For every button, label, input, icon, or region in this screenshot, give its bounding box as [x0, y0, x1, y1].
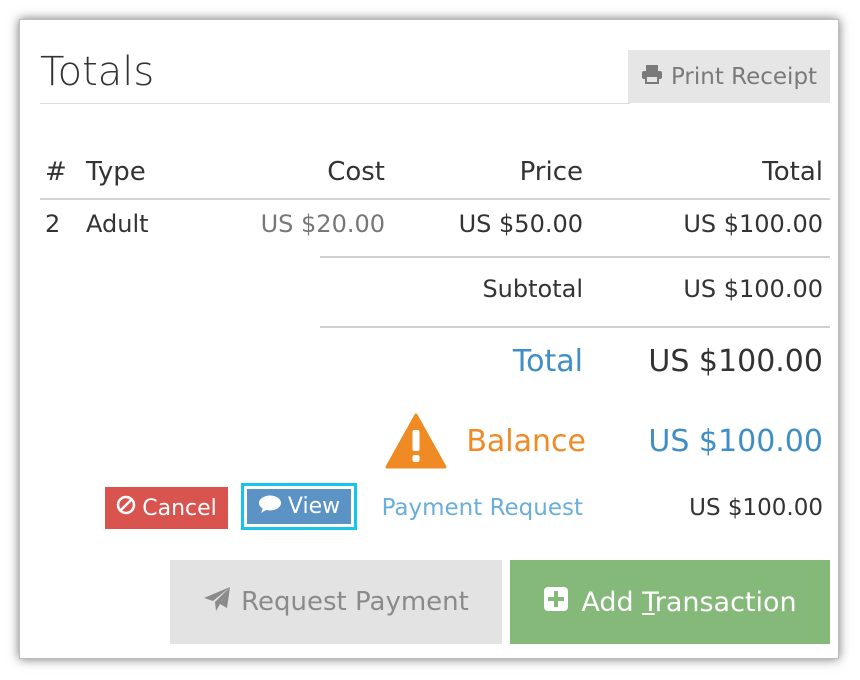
- header-type: Type: [86, 157, 146, 187]
- add-label-accesskey: T: [642, 586, 655, 618]
- comment-icon: [258, 494, 282, 520]
- balance-label: Balance: [466, 424, 586, 459]
- row-type: Adult: [86, 210, 149, 238]
- header-num: #: [45, 157, 67, 187]
- header-divider: [40, 198, 830, 200]
- title-divider: [40, 103, 630, 104]
- subtotal-value: US $100.00: [683, 275, 823, 303]
- cancel-label: Cancel: [142, 495, 217, 521]
- request-payment-button[interactable]: Request Payment: [170, 560, 502, 644]
- row-cost: US $20.00: [260, 210, 385, 238]
- ban-icon: [116, 495, 136, 521]
- row-price: US $50.00: [458, 210, 583, 238]
- row-total: US $100.00: [683, 210, 823, 238]
- total-value: US $100.00: [648, 344, 823, 379]
- paper-plane-icon: [203, 586, 231, 619]
- payment-request-amount: US $100.00: [689, 495, 823, 521]
- view-button-face: View: [247, 489, 351, 524]
- add-transaction-label: Add Transaction: [581, 587, 796, 618]
- total-divider: [320, 326, 830, 328]
- panel-title: Totals: [40, 49, 155, 95]
- totals-panel: Totals Print Receipt # Type Cost Price T…: [19, 19, 839, 659]
- print-receipt-label: Print Receipt: [670, 63, 818, 90]
- cancel-button[interactable]: Cancel: [105, 487, 228, 529]
- header-price: Price: [519, 157, 583, 187]
- print-receipt-button[interactable]: Print Receipt: [628, 50, 830, 103]
- total-label: Total: [512, 344, 583, 379]
- subtotal-divider: [320, 256, 830, 258]
- header-total: Total: [762, 157, 823, 187]
- balance-value: US $100.00: [648, 424, 823, 459]
- subtotal-label: Subtotal: [482, 275, 583, 303]
- plus-square-icon: [543, 586, 569, 619]
- add-label-prefix: Add: [581, 586, 643, 618]
- payment-request-link[interactable]: Payment Request: [370, 488, 583, 528]
- warning-icon: [385, 413, 447, 469]
- header-cost: Cost: [327, 157, 385, 187]
- view-label: View: [287, 494, 341, 519]
- request-payment-label: Request Payment: [241, 587, 469, 617]
- print-icon: [641, 64, 663, 90]
- add-label-suffix: ransaction: [654, 586, 797, 618]
- add-transaction-button[interactable]: Add Transaction: [510, 560, 830, 644]
- view-button[interactable]: View: [241, 483, 357, 530]
- row-num: 2: [45, 210, 61, 238]
